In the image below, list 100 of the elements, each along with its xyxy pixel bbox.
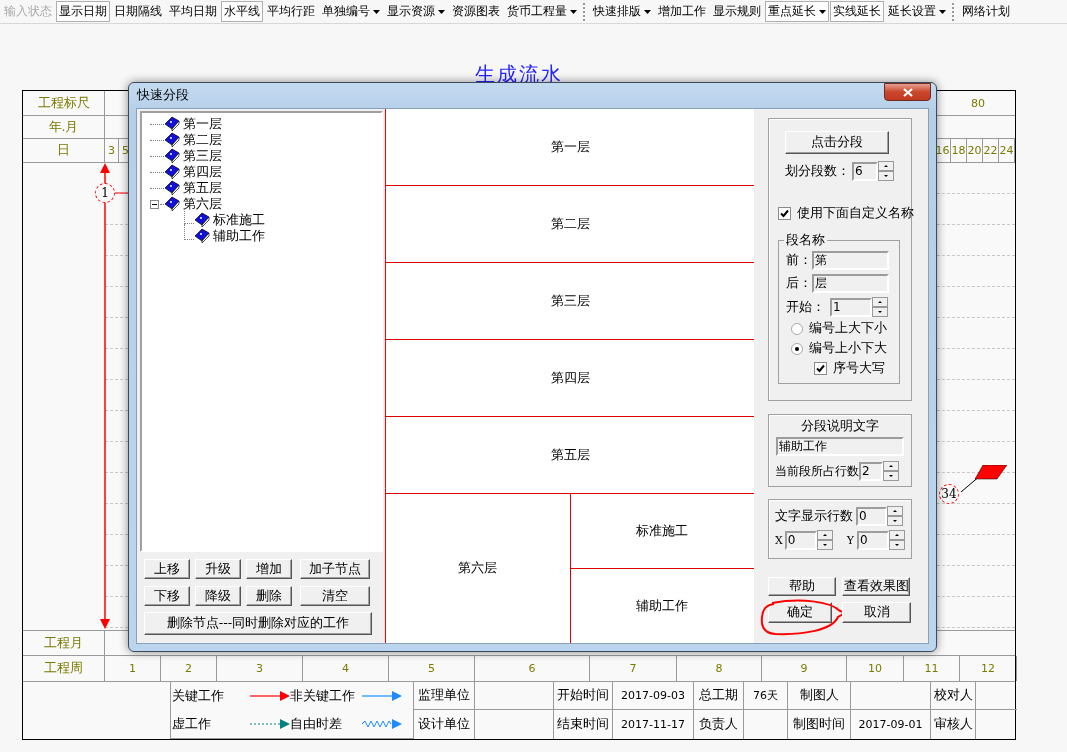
row-label: 工程标尺 bbox=[23, 91, 105, 115]
input-field[interactable]: 辅助工作 bbox=[776, 437, 904, 456]
input-field[interactable]: 0 bbox=[784, 530, 817, 550]
toolbar-button[interactable]: 日期隔线 bbox=[111, 1, 165, 22]
tool-button[interactable]: 增加 bbox=[246, 559, 292, 579]
toolbar-dropdown[interactable]: 显示资源 bbox=[384, 1, 448, 22]
info-label: 制图人 bbox=[788, 682, 851, 710]
input-field[interactable]: 1 bbox=[830, 297, 872, 317]
checkbox-label: 序号大写 bbox=[833, 360, 885, 377]
week-cell: 1 bbox=[105, 656, 161, 681]
book-icon bbox=[164, 132, 180, 148]
toolbar-button[interactable]: 网络计划 bbox=[959, 1, 1013, 22]
input-field[interactable]: 层 bbox=[812, 274, 889, 293]
toolbar-dropdown[interactable]: 快速排版 bbox=[590, 1, 654, 22]
collapse-icon[interactable] bbox=[150, 199, 159, 209]
segment-label: 第三层 bbox=[550, 292, 590, 310]
tree-item[interactable]: 第二层 bbox=[183, 131, 222, 149]
input-field[interactable]: 0 bbox=[857, 530, 890, 550]
info-label: 监理单位 bbox=[414, 682, 475, 710]
info-label: 审核人 bbox=[931, 710, 976, 739]
tree-item[interactable]: 标准施工 bbox=[213, 211, 265, 229]
tree-item[interactable]: 辅助工作 bbox=[213, 227, 265, 245]
tree-item[interactable]: 第五层 bbox=[183, 179, 222, 197]
book-icon bbox=[164, 116, 180, 132]
segment-label: 第一层 bbox=[550, 138, 590, 156]
tool-button[interactable]: 清空 bbox=[300, 586, 370, 606]
toolbar-button[interactable]: 实线延长 bbox=[830, 1, 884, 22]
toolbar-dropdown[interactable]: 重点延长 bbox=[765, 1, 829, 22]
close-icon bbox=[902, 87, 913, 97]
tool-button[interactable]: 加子节点 bbox=[300, 559, 370, 579]
checkbox[interactable] bbox=[778, 207, 791, 220]
radio-button[interactable] bbox=[791, 322, 803, 335]
flag-icon bbox=[959, 465, 1007, 493]
segment-label: 第六层 bbox=[457, 559, 499, 577]
week-cell: 4 bbox=[303, 656, 389, 681]
toolbar-dropdown[interactable]: 单独编号 bbox=[319, 1, 383, 22]
tool-button[interactable]: 删除 bbox=[246, 586, 292, 606]
info-value: 2017-09-03 bbox=[613, 682, 694, 710]
tree-item[interactable]: 第六层 bbox=[183, 195, 222, 213]
toolbar-button[interactable]: 平均日期 bbox=[166, 1, 220, 22]
field-label: 前： bbox=[786, 252, 812, 269]
spin-button[interactable] bbox=[872, 297, 888, 317]
tool-button[interactable]: 升级 bbox=[195, 559, 241, 579]
toolbar-button[interactable]: 资源图表 bbox=[449, 1, 503, 22]
dialog-button[interactable]: 查看效果图 bbox=[842, 577, 910, 596]
input-field[interactable]: 6 bbox=[852, 161, 878, 181]
node-circle: 34 bbox=[939, 484, 959, 504]
legend-label: 关键工作 bbox=[172, 687, 225, 705]
radio-button[interactable] bbox=[791, 342, 803, 355]
toolbar-button[interactable]: 显示日期 bbox=[56, 1, 110, 22]
book-icon bbox=[194, 212, 210, 228]
toolbar-button[interactable]: 水平线 bbox=[221, 1, 263, 22]
field-label: 开始： bbox=[786, 298, 825, 316]
split-button[interactable]: 点击分段 bbox=[785, 131, 889, 154]
caret-icon bbox=[438, 9, 445, 14]
book-icon bbox=[194, 228, 210, 244]
week-cell: 9 bbox=[762, 656, 847, 681]
close-button[interactable] bbox=[884, 83, 931, 101]
spin-button[interactable] bbox=[883, 461, 899, 481]
info-label: 负责人 bbox=[694, 710, 744, 739]
day-cell: 18 bbox=[951, 139, 967, 162]
toolbar-dropdown[interactable]: 货币工程量 bbox=[504, 1, 580, 22]
critical-path-arrow bbox=[250, 690, 290, 702]
tool-button[interactable]: 上移 bbox=[144, 559, 190, 579]
spin-button[interactable] bbox=[887, 506, 903, 526]
zigzag-arrow bbox=[362, 718, 402, 730]
dialog-button[interactable]: 帮助 bbox=[768, 577, 836, 596]
toolbar-dropdown[interactable]: 延长设置 bbox=[885, 1, 949, 22]
tool-button[interactable]: 降级 bbox=[195, 586, 241, 606]
week-cell: 2 bbox=[161, 656, 217, 681]
day-cell: 20 bbox=[967, 139, 983, 162]
checkbox[interactable] bbox=[814, 362, 827, 375]
book-icon bbox=[164, 180, 180, 196]
toolbar-button[interactable]: 平均行距 bbox=[264, 1, 318, 22]
noncritical-arrow bbox=[362, 690, 402, 702]
dialog-button[interactable]: 确定 bbox=[768, 602, 832, 623]
toolbar-button[interactable]: 增加工作 bbox=[655, 1, 709, 22]
spin-button[interactable] bbox=[878, 161, 894, 181]
info-label: 结束时间 bbox=[554, 710, 613, 739]
input-field[interactable]: 0 bbox=[856, 506, 887, 526]
tree-item[interactable]: 第四层 bbox=[183, 163, 222, 181]
row-label: 工程月 bbox=[23, 631, 105, 655]
spin-button[interactable] bbox=[889, 530, 906, 550]
info-value: 2017-09-01 bbox=[851, 710, 931, 739]
input-field[interactable]: 第 bbox=[812, 251, 889, 270]
tree-item[interactable]: 第一层 bbox=[183, 115, 222, 133]
field-label: 当前段所占行数 bbox=[775, 462, 859, 480]
delete-node-button[interactable]: 删除节点---同时删除对应的工作 bbox=[144, 612, 372, 635]
input-field[interactable]: 2 bbox=[859, 461, 883, 481]
toolbar-button[interactable]: 显示规则 bbox=[710, 1, 764, 22]
scale-mark: 80 bbox=[971, 96, 985, 110]
field-label: X bbox=[775, 533, 783, 547]
info-value: 2017-11-17 bbox=[613, 710, 694, 739]
spin-button[interactable] bbox=[816, 530, 833, 550]
tree-item[interactable]: 第三层 bbox=[183, 147, 222, 165]
week-cell: 8 bbox=[677, 656, 762, 681]
week-cell: 3 bbox=[217, 656, 303, 681]
dialog-button[interactable]: 取消 bbox=[842, 602, 911, 623]
field-label: 划分段数： bbox=[785, 162, 850, 180]
tool-button[interactable]: 下移 bbox=[144, 586, 190, 606]
